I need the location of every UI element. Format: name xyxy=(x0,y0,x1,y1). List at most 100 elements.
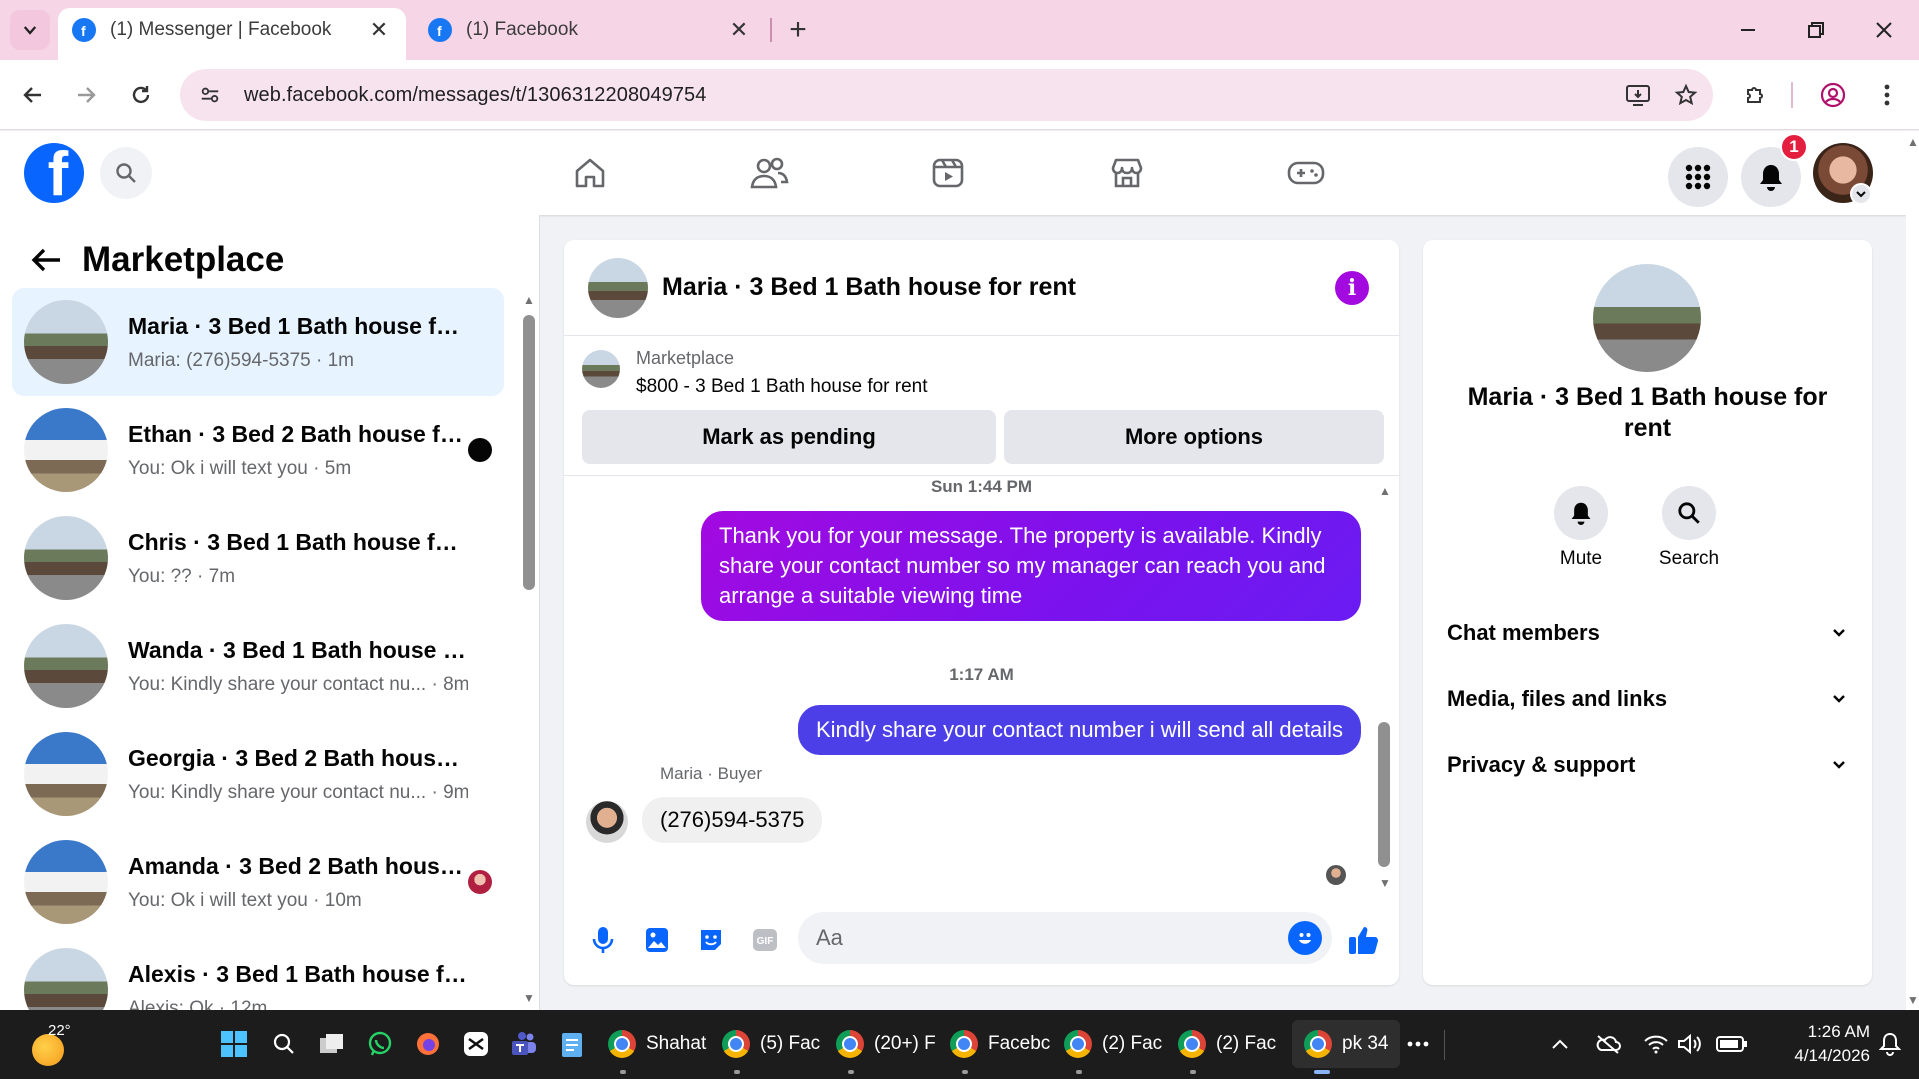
scroll-up-arrow-icon[interactable]: ▲ xyxy=(522,293,536,307)
back-arrow-button[interactable] xyxy=(24,238,68,282)
emoji-icon[interactable] xyxy=(1288,921,1322,955)
conversation-avatar xyxy=(24,300,108,384)
taskbar-chrome-window[interactable]: (2) Fac xyxy=(1178,1020,1276,1074)
scroll-down-arrow-icon[interactable]: ▼ xyxy=(1378,876,1392,890)
conversation-item[interactable]: Wanda · 3 Bed 1 Bath house for ... You: … xyxy=(12,612,504,720)
conversation-item[interactable]: Amanda · 3 Bed 2 Bath house ... You: Ok … xyxy=(12,828,504,936)
site-info-icon[interactable] xyxy=(190,75,230,115)
restore-button[interactable] xyxy=(1786,10,1846,50)
profile-button[interactable] xyxy=(1812,74,1854,116)
attach-photo-button[interactable] xyxy=(636,919,678,961)
mark-as-pending-button[interactable]: Mark as pending xyxy=(582,410,996,464)
svg-text:f: f xyxy=(437,23,442,37)
install-app-icon[interactable] xyxy=(1617,74,1659,116)
battery-tray-icon[interactable] xyxy=(1714,1026,1750,1062)
conversation-item[interactable]: Maria · 3 Bed 1 Bath house for r... Mari… xyxy=(12,288,504,396)
conversation-item[interactable]: Ethan · 3 Bed 2 Bath house fo... You: Ok… xyxy=(12,396,504,504)
tab-messenger[interactable]: f (1) Messenger | Facebook ✕ xyxy=(58,8,406,60)
browser-menu-button[interactable] xyxy=(1866,74,1908,116)
sticker-button[interactable] xyxy=(690,919,732,961)
account-caret[interactable] xyxy=(1850,183,1872,205)
conversation-item[interactable]: Chris · 3 Bed 1 Bath house for rent You:… xyxy=(12,504,504,612)
bookmark-star-icon[interactable] xyxy=(1665,74,1707,116)
voice-clip-button[interactable] xyxy=(582,919,624,961)
taskbar-chrome-window[interactable]: (2) Fac xyxy=(1064,1020,1162,1074)
wifi-tray-icon[interactable] xyxy=(1638,1026,1674,1062)
listing-title[interactable]: $800 - 3 Bed 1 Bath house for rent xyxy=(636,376,928,398)
nav-marketplace[interactable] xyxy=(1097,151,1157,195)
conversation-item[interactable]: Alexis · 3 Bed 1 Bath house for r... Ale… xyxy=(12,936,504,1010)
chat-avatar[interactable] xyxy=(588,257,648,318)
extensions-button[interactable] xyxy=(1734,74,1776,116)
conversation-preview: You: Kindly share your contact nu... · 9… xyxy=(128,781,468,803)
taskbar-chrome-window[interactable]: Shahat xyxy=(608,1020,706,1074)
nav-gaming[interactable] xyxy=(1276,151,1336,195)
show-hidden-icons-button[interactable] xyxy=(1542,1026,1578,1062)
taskbar-clock[interactable]: 1:26 AM 4/14/2026 xyxy=(1770,1020,1870,1068)
mute-action[interactable]: Mute xyxy=(1536,486,1626,570)
tab-facebook[interactable]: f (1) Facebook ✕ xyxy=(414,8,766,52)
weather-widget[interactable]: 22° xyxy=(28,1020,78,1070)
scroll-down-arrow-icon[interactable]: ▼ xyxy=(522,991,536,1005)
whatsapp-app[interactable] xyxy=(362,1026,398,1062)
firefox-app[interactable] xyxy=(410,1026,446,1062)
taskbar-chrome-window[interactable]: (5) Fac xyxy=(722,1020,820,1074)
teams-app[interactable] xyxy=(506,1026,542,1062)
capcut-app[interactable] xyxy=(458,1026,494,1062)
chat-members-section[interactable]: Chat members xyxy=(1447,608,1847,658)
back-button[interactable] xyxy=(12,74,54,116)
nav-friends[interactable] xyxy=(739,151,799,195)
new-tab-button[interactable]: + xyxy=(780,12,816,48)
chat-list-scrollbar[interactable] xyxy=(523,315,535,590)
taskbar-chrome-window[interactable]: (20+) F xyxy=(836,1020,936,1074)
privacy-support-section[interactable]: Privacy & support xyxy=(1447,740,1847,790)
outgoing-message[interactable]: Thank you for your message. The property… xyxy=(701,511,1361,621)
taskbar-chrome-window-active[interactable]: pk 34 xyxy=(1292,1020,1401,1074)
taskbar-overflow-button[interactable] xyxy=(1400,1026,1436,1062)
menu-button[interactable] xyxy=(1668,147,1728,207)
reload-button[interactable] xyxy=(120,74,162,116)
message-scrollbar[interactable] xyxy=(1378,722,1390,867)
running-indicator xyxy=(1314,1070,1330,1074)
scroll-up-arrow-icon[interactable]: ▲ xyxy=(1906,135,1919,149)
task-view-button[interactable] xyxy=(314,1026,350,1062)
incoming-message[interactable]: (276)594-5375 xyxy=(642,797,823,843)
minimize-button[interactable] xyxy=(1718,10,1778,50)
sender-avatar[interactable] xyxy=(586,801,628,843)
start-button[interactable] xyxy=(216,1026,252,1062)
search-action[interactable]: Search xyxy=(1644,486,1734,570)
page-scrollbar[interactable]: ▲ ▼ xyxy=(1906,131,1919,1010)
more-options-button[interactable]: More options xyxy=(1004,410,1384,464)
listing-thumbnail[interactable] xyxy=(582,350,620,388)
close-icon[interactable]: ✕ xyxy=(726,17,752,43)
notepad-app[interactable] xyxy=(554,1026,590,1062)
gif-button[interactable]: GIF xyxy=(744,919,786,961)
tab-search-button[interactable] xyxy=(10,10,50,50)
scroll-down-arrow-icon[interactable]: ▼ xyxy=(1906,993,1919,1007)
forward-button[interactable] xyxy=(65,74,107,116)
volume-tray-icon[interactable] xyxy=(1672,1026,1708,1062)
address-bar[interactable]: web.facebook.com/messages/t/130631220804… xyxy=(180,69,1713,121)
close-icon[interactable]: ✕ xyxy=(366,17,392,43)
notification-center-button[interactable] xyxy=(1872,1026,1908,1062)
close-window-button[interactable] xyxy=(1854,10,1914,50)
taskbar-chrome-window[interactable]: Facebc xyxy=(950,1020,1050,1074)
conversation-item[interactable]: Georgia · 3 Bed 2 Bath house for... You:… xyxy=(12,720,504,828)
info-icon[interactable]: i xyxy=(1335,270,1369,305)
facebook-search-button[interactable] xyxy=(100,147,152,199)
chat-title[interactable]: Maria · 3 Bed 1 Bath house for rent xyxy=(662,273,1335,302)
onedrive-tray-icon[interactable] xyxy=(1590,1026,1626,1062)
search-icon[interactable] xyxy=(1662,486,1716,540)
taskbar-search-button[interactable] xyxy=(266,1026,302,1062)
nav-watch[interactable] xyxy=(918,151,978,195)
outgoing-message[interactable]: Kindly share your contact number i will … xyxy=(797,705,1361,755)
info-avatar[interactable] xyxy=(1593,264,1701,372)
url-text[interactable]: web.facebook.com/messages/t/130631220804… xyxy=(244,84,1617,107)
nav-home[interactable] xyxy=(560,151,620,195)
message-input[interactable]: Aa xyxy=(798,912,1332,964)
media-files-links-section[interactable]: Media, files and links xyxy=(1447,674,1847,724)
bell-icon[interactable] xyxy=(1554,486,1608,540)
like-button[interactable] xyxy=(1344,920,1384,960)
scroll-up-arrow-icon[interactable]: ▲ xyxy=(1378,484,1392,498)
facebook-logo[interactable]: f xyxy=(24,143,84,203)
